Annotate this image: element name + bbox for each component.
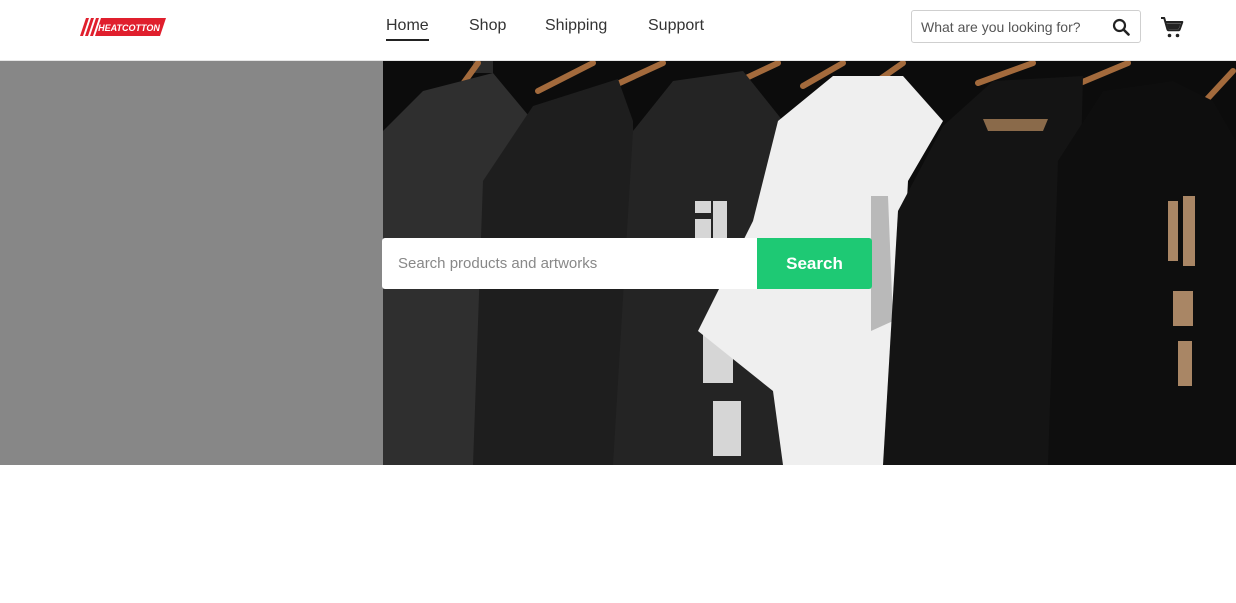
nav-shop[interactable]: Shop bbox=[469, 17, 506, 39]
brand-logo[interactable]: HEATCOTTON bbox=[80, 17, 166, 37]
nav-home[interactable]: Home bbox=[386, 17, 429, 41]
header-search-box bbox=[911, 10, 1141, 43]
hero-search-button[interactable]: Search bbox=[757, 238, 872, 289]
heatcotton-logo-icon: HEATCOTTON bbox=[80, 18, 166, 36]
brand-name: HEATCOTTON bbox=[98, 23, 160, 33]
nav-support[interactable]: Support bbox=[648, 17, 704, 39]
header-search-input[interactable] bbox=[921, 11, 1106, 42]
hero-search-input[interactable] bbox=[382, 238, 757, 289]
nav-shipping[interactable]: Shipping bbox=[545, 17, 607, 39]
page-content bbox=[0, 465, 1236, 603]
search-icon[interactable] bbox=[1112, 18, 1130, 36]
hero-search-form: Search bbox=[382, 238, 872, 289]
site-header: HEATCOTTON Home Shop Shipping Support bbox=[0, 0, 1236, 61]
hero-banner: Search bbox=[0, 61, 1236, 465]
cart-icon[interactable] bbox=[1160, 16, 1184, 40]
hero-gray-panel bbox=[0, 61, 383, 465]
